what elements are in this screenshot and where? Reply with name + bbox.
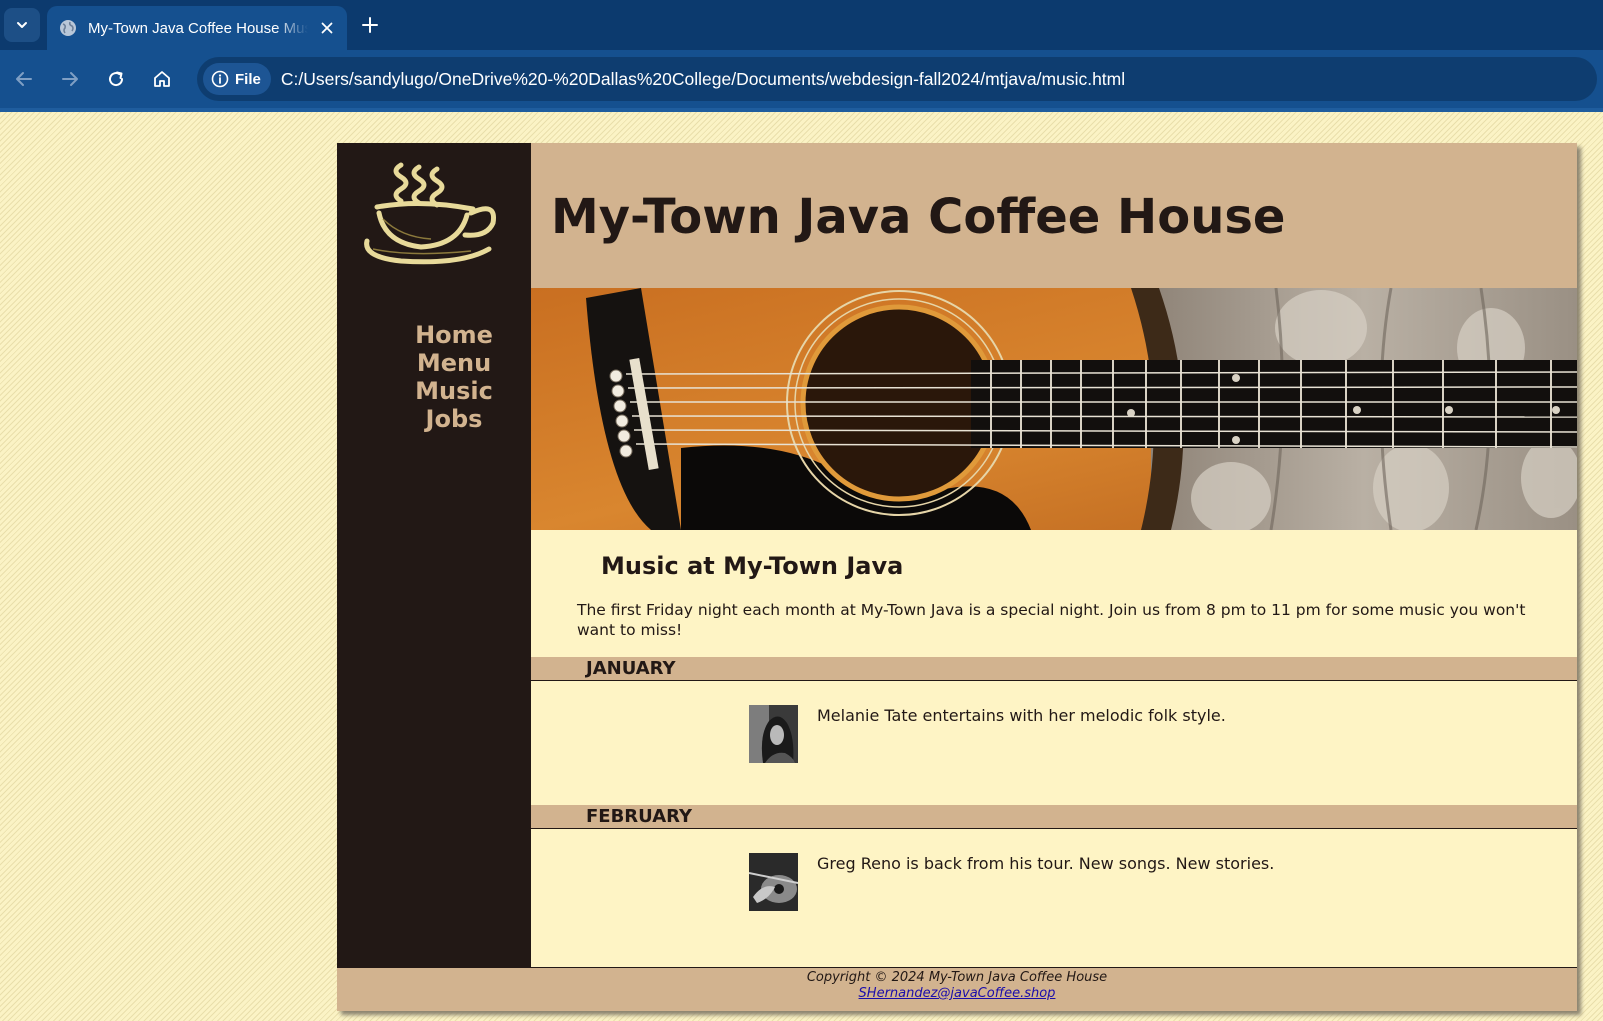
main-content: Music at My-Town Java The first Friday n… (531, 530, 1577, 967)
reload-icon (109, 71, 124, 87)
forward-arrow-icon (62, 72, 78, 86)
browser-toolbar: File C:/Users/sandylugo/OneDrive%20-%20D… (0, 50, 1603, 108)
greg-reno-photo (749, 853, 798, 911)
copyright-text: Copyright © 2024 My-Town Java Coffee Hou… (806, 970, 1108, 985)
reload-button[interactable] (100, 63, 132, 95)
sidebar: Home Menu Music Jobs (337, 143, 531, 967)
month-label: FEBRUARY (586, 806, 693, 827)
month-heading-february: FEBRUARY (531, 805, 1577, 829)
nav-menu[interactable]: Menu (337, 349, 531, 377)
main-nav: Home Menu Music Jobs (337, 321, 531, 433)
page-wrapper: Home Menu Music Jobs My-Town Java Coffee… (337, 143, 1577, 1011)
melanie-tate-photo (749, 705, 798, 763)
url-text[interactable]: C:/Users/sandylugo/OneDrive%20-%20Dallas… (281, 69, 1125, 90)
tab-list-button[interactable] (4, 8, 40, 42)
address-bar[interactable]: File C:/Users/sandylugo/OneDrive%20-%20D… (197, 57, 1597, 101)
globe-icon (60, 20, 76, 36)
month-heading-january: JANUARY (531, 657, 1577, 681)
month-label: JANUARY (586, 658, 676, 679)
page-header: My-Town Java Coffee House (531, 143, 1577, 288)
tab-title: My-Town Java Coffee House Music (88, 19, 308, 37)
nav-music[interactable]: Music (337, 377, 531, 405)
chevron-down-icon (17, 22, 27, 28)
january-performer-description: Melanie Tate entertains with her melodic… (817, 706, 1226, 725)
back-arrow-icon (16, 72, 32, 86)
email-link[interactable]: SHernandez@javaCoffee.shop (337, 986, 1577, 1001)
intro-paragraph: The first Friday night each month at My-… (577, 601, 1526, 639)
site-title: My-Town Java Coffee House (551, 189, 1286, 245)
forward-button[interactable] (54, 63, 86, 95)
february-performer-description: Greg Reno is back from his tour. New son… (817, 854, 1275, 873)
plus-icon (362, 17, 378, 33)
info-icon (211, 70, 229, 88)
site-info-chip[interactable]: File (203, 63, 271, 95)
guitar-hero-image (531, 288, 1577, 530)
tab-close-button[interactable] (317, 18, 337, 38)
page-viewport: Home Menu Music Jobs My-Town Java Coffee… (0, 112, 1603, 1021)
home-icon (154, 71, 170, 87)
nav-jobs[interactable]: Jobs (337, 405, 531, 433)
section-heading: Music at My-Town Java (601, 552, 904, 580)
browser-tab[interactable]: My-Town Java Coffee House Music (47, 6, 347, 50)
new-tab-button[interactable] (357, 12, 383, 38)
tab-strip: My-Town Java Coffee House Music (0, 0, 1603, 50)
nav-home[interactable]: Home (337, 321, 531, 349)
coffee-cup-logo (364, 162, 497, 265)
page-footer: Copyright © 2024 My-Town Java Coffee Hou… (337, 967, 1577, 1011)
home-button[interactable] (146, 63, 178, 95)
back-button[interactable] (8, 63, 40, 95)
site-chip-label: File (235, 70, 261, 88)
close-icon (321, 22, 333, 34)
